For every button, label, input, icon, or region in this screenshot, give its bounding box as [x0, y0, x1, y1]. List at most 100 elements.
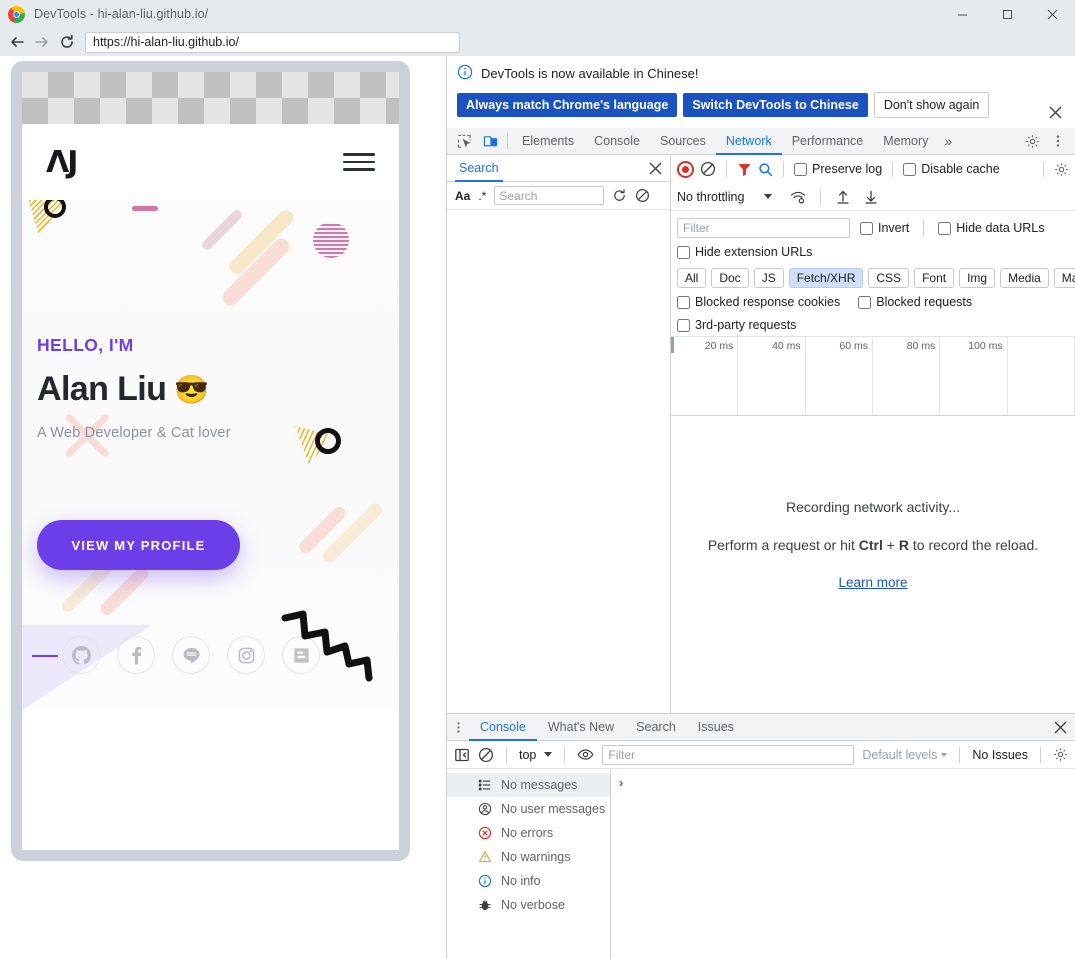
console-sidebar-item-errors[interactable]: No errors [447, 821, 610, 845]
close-icon[interactable] [1054, 721, 1067, 734]
blocked-requests-checkbox[interactable]: Blocked requests [858, 295, 972, 309]
clear-console-icon[interactable] [478, 747, 494, 763]
deco-bar-pink-small [200, 208, 244, 252]
chip-font[interactable]: Font [914, 268, 955, 288]
gear-icon[interactable] [1054, 162, 1069, 177]
forward-icon[interactable] [31, 31, 53, 53]
export-har-icon[interactable] [863, 189, 879, 205]
invert-checkbox[interactable]: Invert [860, 221, 909, 235]
chip-css[interactable]: CSS [868, 268, 910, 288]
chip-all[interactable]: All [677, 268, 707, 288]
console-sidebar-item-verbose[interactable]: No verbose [447, 893, 610, 917]
import-har-icon[interactable] [835, 189, 851, 205]
tab-network[interactable]: Network [716, 128, 782, 155]
refresh-icon[interactable] [612, 188, 627, 203]
reload-icon[interactable] [56, 31, 78, 53]
chevron-down-icon[interactable] [544, 752, 553, 757]
close-icon[interactable] [649, 162, 662, 175]
maximize-button[interactable] [985, 0, 1030, 28]
more-tabs-icon[interactable]: » [938, 133, 958, 149]
console-sidebar-label: No messages [501, 778, 578, 792]
blocked-response-cookies-input[interactable] [677, 295, 690, 309]
learn-more-link[interactable]: Learn more [838, 575, 907, 590]
address-bar[interactable]: https://hi-alan-liu.github.io/ [85, 31, 460, 53]
search-icon[interactable] [758, 162, 773, 177]
chip-manifest[interactable]: Manifest [1053, 268, 1075, 288]
preserve-log-checkbox[interactable]: Preserve log [794, 162, 882, 176]
hide-extension-urls-checkbox[interactable]: Hide extension URLs [677, 245, 812, 259]
invert-input[interactable] [860, 221, 873, 235]
console-sidebar-item-info[interactable]: No info [447, 869, 610, 893]
match-case-icon[interactable]: Aa [455, 189, 470, 203]
chip-doc[interactable]: Doc [711, 268, 749, 288]
kebab-menu-icon[interactable] [1045, 129, 1071, 154]
network-timeline-ruler[interactable]: 20 ms 40 ms 60 ms 80 ms 100 ms [671, 336, 1075, 416]
github-icon[interactable] [62, 636, 100, 674]
throttling-value[interactable]: No throttling [677, 190, 744, 204]
chip-img[interactable]: Img [959, 268, 996, 288]
hide-extension-urls-input[interactable] [677, 245, 690, 259]
toggle-console-sidebar-icon[interactable] [454, 747, 470, 763]
view-my-profile-button[interactable]: VIEW MY PROFILE [37, 520, 240, 570]
drawer-tab-console[interactable]: Console [469, 714, 537, 741]
console-sidebar-item-messages[interactable]: No messages [447, 773, 610, 797]
record-button[interactable] [677, 160, 694, 178]
network-filter-row: Invert Hide data URLs [677, 215, 1069, 241]
clear-icon[interactable] [700, 161, 716, 177]
facebook-icon[interactable] [117, 636, 155, 674]
close-icon[interactable] [1045, 102, 1065, 122]
search-input[interactable] [494, 186, 605, 205]
chevron-down-icon[interactable] [764, 194, 773, 199]
console-sidebar-item-warnings[interactable]: No warnings [447, 845, 610, 869]
hamburger-menu-icon[interactable] [343, 153, 375, 171]
console-output[interactable]: › [611, 769, 1075, 959]
third-party-requests-input[interactable] [677, 318, 690, 332]
chip-media[interactable]: Media [1000, 268, 1049, 288]
chip-fetch-xhr[interactable]: Fetch/XHR [788, 268, 864, 288]
blocked-requests-input[interactable] [858, 295, 872, 309]
disable-cache-checkbox[interactable]: Disable cache [903, 162, 1000, 176]
switch-to-chinese-button[interactable]: Switch DevTools to Chinese [683, 93, 868, 117]
hide-data-urls-checkbox[interactable]: Hide data URLs [938, 221, 1045, 235]
blocked-response-cookies-checkbox[interactable]: Blocked response cookies [677, 295, 840, 309]
kebab-menu-icon[interactable] [447, 721, 469, 734]
drawer-tab-search[interactable]: Search [625, 714, 687, 741]
tab-console[interactable]: Console [584, 128, 650, 155]
site-logo[interactable]: ΛJ [46, 145, 78, 180]
hide-data-urls-input[interactable] [938, 221, 952, 235]
tab-memory[interactable]: Memory [873, 128, 938, 155]
network-filter-input[interactable] [677, 218, 850, 238]
close-button[interactable] [1030, 0, 1075, 28]
gear-icon[interactable] [1053, 747, 1068, 762]
device-screen: ΛJ HELLO, I'M Alan Liu 😎 A Web Developer… [22, 72, 399, 850]
minimize-button[interactable] [940, 0, 985, 28]
instagram-icon[interactable] [227, 636, 265, 674]
tab-sources[interactable]: Sources [650, 128, 716, 155]
preserve-log-input[interactable] [794, 162, 807, 176]
filter-funnel-icon[interactable] [737, 162, 752, 177]
tab-elements[interactable]: Elements [512, 128, 584, 155]
search-sidebar-title[interactable]: Search [455, 155, 503, 182]
gear-icon[interactable] [1019, 129, 1045, 154]
disable-cache-input[interactable] [903, 162, 917, 176]
clear-icon[interactable] [635, 188, 650, 203]
network-conditions-icon[interactable] [790, 189, 806, 205]
execution-context-value[interactable]: top [519, 748, 536, 762]
live-expression-eye-icon[interactable] [577, 746, 594, 763]
dont-show-again-button[interactable]: Don't show again [873, 92, 990, 118]
use-regex-icon[interactable]: .* [478, 189, 486, 203]
chip-js[interactable]: JS [753, 268, 784, 288]
issues-count-label[interactable]: No Issues [972, 748, 1028, 762]
always-match-language-button[interactable]: Always match Chrome's language [457, 93, 678, 117]
inspect-element-icon[interactable] [451, 129, 477, 154]
drawer-tab-issues[interactable]: Issues [687, 714, 745, 741]
log-levels-dropdown[interactable]: Default levels [862, 748, 948, 762]
tab-performance[interactable]: Performance [782, 128, 874, 155]
third-party-requests-checkbox[interactable]: 3rd-party requests [677, 318, 796, 332]
console-filter-input[interactable] [602, 744, 855, 765]
toggle-device-toolbar-icon[interactable] [477, 129, 503, 154]
line-icon[interactable] [172, 636, 210, 674]
console-sidebar-item-user-messages[interactable]: No user messages [447, 797, 610, 821]
drawer-tab-whats-new[interactable]: What's New [537, 714, 625, 741]
back-icon[interactable] [6, 31, 28, 53]
